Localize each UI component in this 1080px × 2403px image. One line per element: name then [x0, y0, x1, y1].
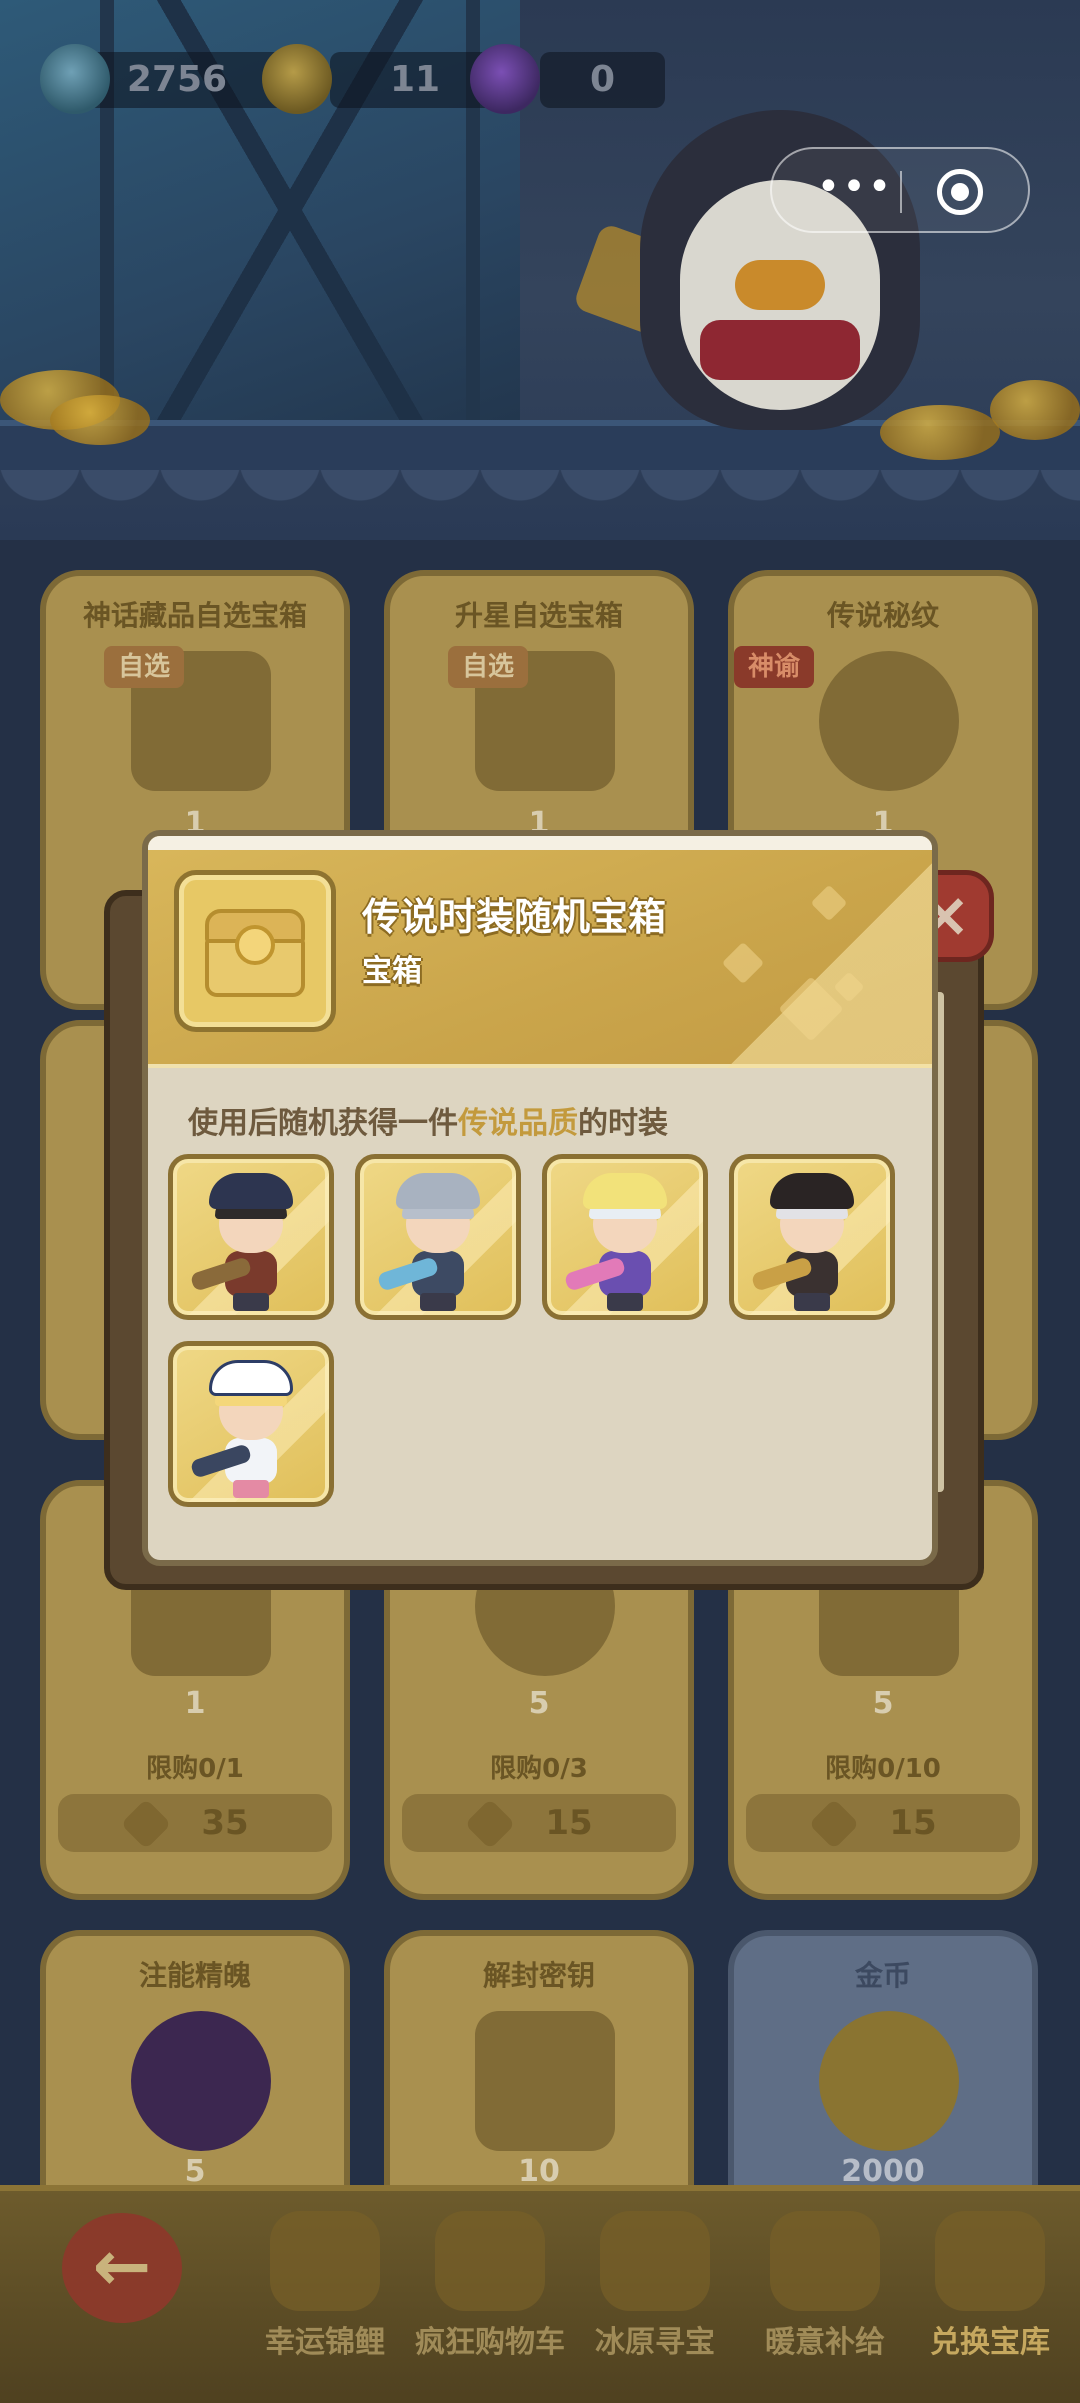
costume-sailor[interactable] [168, 1341, 334, 1507]
popup-header: 传说时装随机宝箱 宝箱 [148, 836, 932, 1068]
legendary-chest-icon [205, 909, 305, 997]
desc-highlight: 传说品质 [458, 1106, 578, 1141]
figure-hat [209, 1173, 293, 1209]
goggles-figure-icon [563, 1173, 675, 1313]
chest-emblem [235, 925, 275, 965]
item-description: 使用后随机获得一件传说品质的时装 [188, 1098, 668, 1142]
figure-sailor-cap [209, 1360, 293, 1396]
figure-legs [420, 1293, 456, 1311]
item-type: 宝箱 [362, 954, 422, 989]
figure-top-hat [770, 1173, 854, 1209]
desc-prefix: 使用后随机获得一件 [188, 1106, 458, 1141]
figure-legs [607, 1293, 643, 1311]
top-hat-figure-icon [750, 1173, 862, 1313]
pirate-figure-icon [189, 1173, 301, 1313]
item-icon-frame [174, 870, 336, 1032]
figure-legs [233, 1480, 269, 1498]
wolf-figure-icon [376, 1173, 488, 1313]
item-detail-popup: 传说时装随机宝箱 宝箱 使用后随机获得一件传说品质的时装 [142, 830, 938, 1566]
figure-legs [233, 1293, 269, 1311]
figure-wolf-hood [396, 1173, 480, 1209]
costume-top-hat[interactable] [729, 1154, 895, 1320]
costume-goggles[interactable] [542, 1154, 708, 1320]
item-title: 传说时装随机宝箱 [362, 895, 667, 939]
sailor-figure-icon [189, 1360, 301, 1500]
figure-legs [794, 1293, 830, 1311]
header-stripe [652, 836, 932, 1068]
figure-goggles [583, 1173, 667, 1209]
costume-pirate[interactable] [168, 1154, 334, 1320]
costume-wolf[interactable] [355, 1154, 521, 1320]
desc-suffix: 的时装 [578, 1106, 668, 1141]
